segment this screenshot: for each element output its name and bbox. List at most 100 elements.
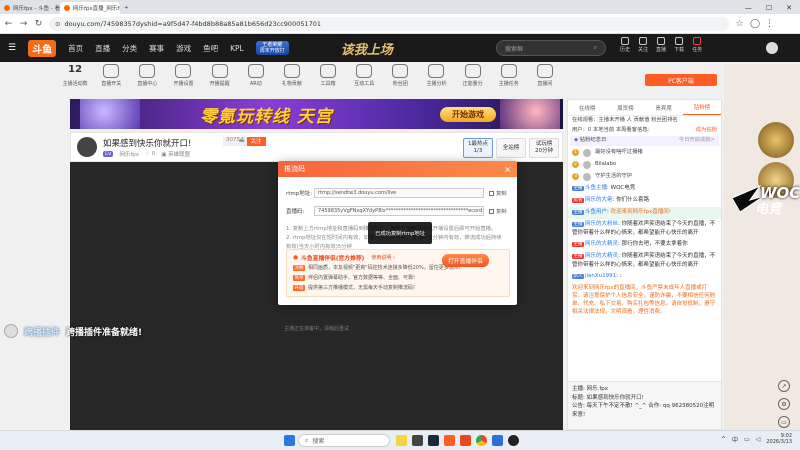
star-icon[interactable]: ☆ xyxy=(735,19,744,29)
chat-nick[interactable]: 网乐的大佬 xyxy=(585,197,613,203)
usage-guide-link[interactable]: 使用说明 › xyxy=(371,254,395,261)
app-icon[interactable] xyxy=(412,435,423,446)
close-icon[interactable]: × xyxy=(504,165,511,174)
tool-item[interactable]: 正能量分 xyxy=(458,64,488,98)
streamer-name[interactable]: 网乐fpx xyxy=(119,150,139,158)
chat-nick[interactable]: 网乐的大精灵 xyxy=(585,253,618,259)
chat-message[interactable]: 新人 jianXu1991: : xyxy=(568,271,721,283)
fan-row[interactable]: 1 最好没有啥吓过播猪 xyxy=(568,147,721,159)
nav-events[interactable]: 赛事 xyxy=(149,43,164,54)
share-rail-icon[interactable]: ↗ xyxy=(778,380,790,392)
douyu-app-icon[interactable] xyxy=(444,435,455,446)
tool-item[interactable]: 12 主播活动数 xyxy=(60,64,90,98)
category-name[interactable]: ▣ 英雄联盟 xyxy=(161,150,190,158)
follow-button[interactable]: 关注 xyxy=(638,37,648,53)
obs-icon[interactable] xyxy=(508,435,519,446)
all-site-rank-button[interactable]: 全站榜 xyxy=(496,138,526,158)
minimize-icon[interactable]: — xyxy=(745,4,752,12)
nav-games[interactable]: 游戏 xyxy=(176,43,191,54)
top-rail-icon[interactable]: ▭ xyxy=(778,416,790,428)
rank-tab[interactable]: 钻粉榜 xyxy=(682,100,721,115)
search-input[interactable]: 搜索框 ⌕ xyxy=(496,40,606,56)
hamburger-icon[interactable]: ☰ xyxy=(8,43,16,53)
tool-item[interactable]: 粉丝团 xyxy=(385,64,415,98)
tool-item[interactable]: 主播分析 xyxy=(421,64,451,98)
king-glory-button[interactable]: 王者荣耀 周末开放打 xyxy=(255,41,289,55)
douyu-logo[interactable]: 斗鱼 xyxy=(28,39,57,57)
site-info-icon[interactable]: ⊙ xyxy=(55,20,60,28)
volume-icon[interactable]: ◁ xyxy=(756,436,761,443)
search-icon[interactable]: ⌕ xyxy=(594,44,597,52)
chat-message[interactable]: 主播 网乐的大粉丝: 你随着欢声笑语结束了今天的直播，不管你带着什么样的心情来，都… xyxy=(568,219,721,239)
browser-tab-2[interactable]: 网乐fpx直播_网乐fpx直播 网乐× xyxy=(60,2,120,14)
steam-icon[interactable] xyxy=(428,435,439,446)
clock[interactable]: 9:02 2026/3/13 xyxy=(766,433,792,445)
become-diamond-link[interactable]: 成为钻粉 xyxy=(696,127,717,135)
forward-icon[interactable]: → xyxy=(19,19,28,29)
rank-tab[interactable]: 在线榜 xyxy=(568,100,606,115)
chat-nick[interactable]: jianXu1991 xyxy=(585,273,616,279)
fan-row[interactable]: 3 守护生活的守护 xyxy=(568,171,721,183)
nav-category[interactable]: 分类 xyxy=(122,43,137,54)
tool-item[interactable]: 礼物贡献 xyxy=(277,64,307,98)
chat-message[interactable]: 主播 网乐的大精灵: 那行你去吧，不要太拿着你 xyxy=(568,239,721,251)
anniversary-bar[interactable]: ◆ 钻粉纪念日 今日开启成就> xyxy=(570,136,719,146)
windows-start-icon[interactable] xyxy=(284,435,295,446)
trial-rank-button[interactable]: 试玩榜 20分钟 xyxy=(529,138,559,158)
copy-key-button[interactable]: 复制 xyxy=(489,207,507,215)
tool-item[interactable]: 直播开关 xyxy=(96,64,126,98)
chat-message[interactable]: 主播 网乐的大精灵: 你随着欢声笑语结束了今天的直播，不管你带着什么样的心情来，都… xyxy=(568,251,721,271)
tool-item[interactable]: AR动 xyxy=(241,64,271,98)
taskbar-search[interactable]: ⌕ 搜索 xyxy=(298,434,390,447)
rtmp-address-field[interactable]: rtmp://sendtw3.douyu.com/live xyxy=(314,188,484,198)
user-avatar[interactable] xyxy=(766,42,778,54)
open-companion-button[interactable]: 打开直播伴侣 xyxy=(442,254,489,267)
promo-medal-icon[interactable] xyxy=(758,122,794,158)
app-icon[interactable] xyxy=(460,435,471,446)
url-field[interactable]: ⊙ douyu.com/74598357dyshid=a9f5d47-f4bd8b… xyxy=(49,16,729,31)
reload-icon[interactable]: ↻ xyxy=(34,19,43,29)
chat-message[interactable]: 主播 斗鱼用户: 欢迎来到网乐fpx直播间! xyxy=(568,206,721,219)
maximize-icon[interactable]: ☐ xyxy=(766,4,772,12)
tool-item[interactable]: 直播间 xyxy=(530,64,560,98)
nav-live[interactable]: 直播 xyxy=(95,43,110,54)
new-tab-button[interactable]: + xyxy=(120,2,134,14)
live-button[interactable]: 直播 xyxy=(656,37,666,53)
ad-start-button[interactable]: 开始游戏 xyxy=(440,107,496,122)
chat-nick[interactable]: 斗鱼用户 xyxy=(585,209,607,215)
download-button[interactable]: 下载 xyxy=(674,37,684,53)
close-window-icon[interactable]: ✕ xyxy=(786,4,792,12)
chat-message[interactable]: 房管 网乐的大佬: 你们什么套路 xyxy=(568,195,721,207)
file-explorer-icon[interactable] xyxy=(396,435,407,446)
tool-item[interactable]: 开播设置 xyxy=(168,64,198,98)
stream-key-field[interactable]: 7459835yVgFNxqXYdyP8lx******************… xyxy=(314,206,484,216)
chat-message[interactable]: 主播 斗鱼主播: WOC电竞 xyxy=(568,183,721,195)
streamer-avatar[interactable] xyxy=(77,137,97,157)
nav-home[interactable]: 首页 xyxy=(68,43,83,54)
chat-nick[interactable]: 网乐的大精灵 xyxy=(585,241,618,247)
task-button[interactable]: 任务 xyxy=(692,37,702,53)
browser-tab-1[interactable]: 网乐fpx - 斗鱼 - 看见每种热爱× xyxy=(0,2,60,14)
rank-tab[interactable]: 贵宾席 xyxy=(645,100,683,115)
menu-icon[interactable]: ⋮ xyxy=(765,19,774,29)
chevron-up-icon[interactable]: ^ xyxy=(721,436,726,443)
nav-fishbar[interactable]: 鱼吧 xyxy=(203,43,218,54)
rank-tab[interactable]: 周贡榜 xyxy=(606,100,644,115)
nav-kpl[interactable]: KPL xyxy=(230,44,244,53)
tool-item[interactable]: 工具箱 xyxy=(313,64,343,98)
profile-icon[interactable]: ◯ xyxy=(750,19,760,29)
tool-item[interactable]: 互动工具 xyxy=(349,64,379,98)
tool-item[interactable]: 主播任务 xyxy=(494,64,524,98)
tool-item[interactable]: 开播提醒 xyxy=(205,64,235,98)
settings-rail-icon[interactable]: ⚙ xyxy=(778,398,790,410)
chrome-icon[interactable] xyxy=(476,435,487,446)
tool-item[interactable]: 直播中心 xyxy=(132,64,162,98)
app-icon[interactable] xyxy=(492,435,503,446)
fan-row[interactable]: 2 Bilalabo xyxy=(568,159,721,171)
network-icon[interactable]: ▭ xyxy=(744,436,750,443)
chat-nick[interactable]: 斗鱼主播 xyxy=(585,185,607,191)
back-icon[interactable]: ← xyxy=(4,19,13,29)
share-icon[interactable]: ➦ xyxy=(239,137,245,145)
pc-client-button[interactable]: PC客户端 xyxy=(645,74,717,86)
input-language[interactable]: 中 xyxy=(732,435,738,444)
